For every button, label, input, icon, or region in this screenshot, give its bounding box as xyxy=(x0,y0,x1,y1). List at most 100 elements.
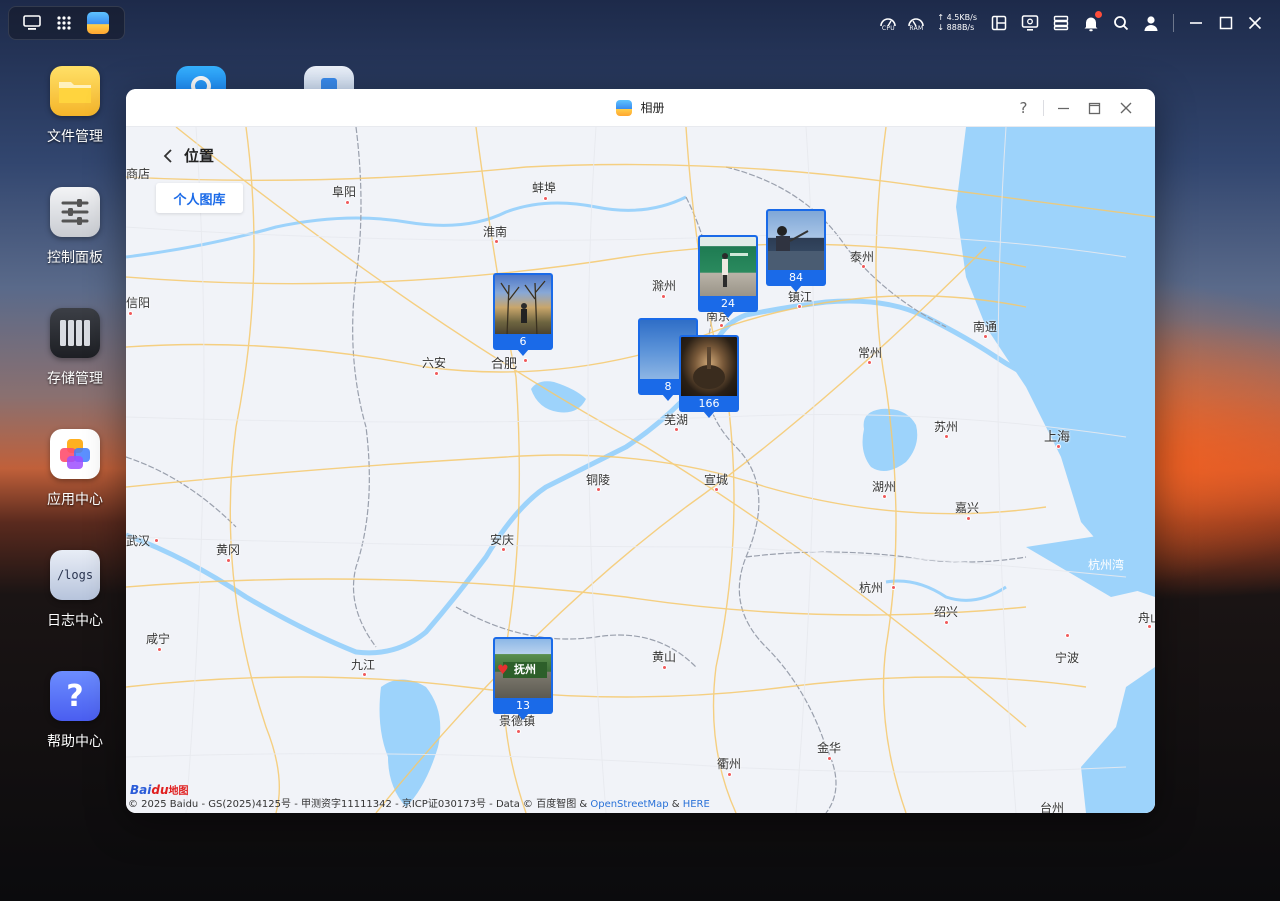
attribution-amp: & xyxy=(668,799,683,810)
photo-cluster[interactable]: 166 xyxy=(679,335,739,418)
personal-library-button[interactable]: 个人图库 xyxy=(156,183,243,213)
city-label[interactable]: 信阳 xyxy=(126,294,150,311)
city-dot xyxy=(434,371,439,376)
location-map[interactable]: 阜阳 蚌埠 淮南 六安 合肥 滁州 南京 镇江 泰州 南通 常州 苏州 上海 芜… xyxy=(126,127,1155,813)
window-controls-separator xyxy=(1043,100,1044,116)
city-label[interactable]: 金华 xyxy=(817,739,841,756)
city-dot xyxy=(226,558,231,563)
city-dot xyxy=(944,620,949,625)
search-icon[interactable] xyxy=(1113,8,1129,38)
cpu-gauge[interactable]: CPU xyxy=(877,15,899,32)
close-icon[interactable] xyxy=(1248,8,1262,38)
heart-icon: ♥ xyxy=(497,663,509,678)
city-dot xyxy=(727,772,732,777)
city-label[interactable]: 上海 xyxy=(1044,426,1070,445)
city-label[interactable]: 宣城 xyxy=(704,471,728,488)
city-label[interactable]: 商店 xyxy=(126,165,150,182)
map-base-layer xyxy=(126,127,1155,813)
city-label[interactable]: 苏州 xyxy=(934,418,958,435)
city-label[interactable]: 常州 xyxy=(858,344,882,361)
city-label[interactable]: 蚌埠 xyxy=(532,179,556,196)
window-titlebar[interactable]: 相册 ? xyxy=(126,89,1155,127)
cluster-thumbnail: 抚州 ♥ xyxy=(493,637,553,698)
photo-cluster[interactable]: 6 xyxy=(493,273,553,356)
city-label[interactable]: 黄冈 xyxy=(216,541,240,558)
city-label[interactable]: 铜陵 xyxy=(586,471,610,488)
desktop-item-control-panel[interactable]: 控制面板 xyxy=(30,187,120,267)
city-label[interactable]: 衢州 xyxy=(717,755,741,772)
cluster-pointer xyxy=(517,713,529,720)
desktop-item-label: 存储管理 xyxy=(47,371,103,387)
bell-icon[interactable] xyxy=(1083,8,1102,38)
user-icon[interactable] xyxy=(1143,8,1159,38)
city-label[interactable]: 阜阳 xyxy=(332,183,356,200)
sea-label: 杭州湾 xyxy=(1088,558,1125,572)
city-label[interactable]: 嘉兴 xyxy=(955,499,979,516)
desktop-item-label: 文件管理 xyxy=(47,129,103,145)
cluster-count: 84 xyxy=(766,270,826,286)
network-speed[interactable]: ↑ 4.5KB/s ↓ 888B/s xyxy=(937,13,977,33)
grid-apps-icon[interactable] xyxy=(55,14,73,32)
window-minimize-button[interactable] xyxy=(1048,89,1079,127)
city-label[interactable]: 宁波 xyxy=(1055,649,1079,666)
photo-cluster[interactable]: 抚州 ♥ 13 xyxy=(493,637,553,720)
city-dot xyxy=(661,294,666,299)
desktop-item-label: 应用中心 xyxy=(47,492,103,508)
desktop-icon[interactable] xyxy=(23,14,41,32)
desktop-item-file-manager[interactable]: 文件管理 xyxy=(30,66,120,146)
city-label[interactable]: 滁州 xyxy=(652,277,676,294)
city-label[interactable]: 武汉 xyxy=(126,532,150,549)
desktop-item-label: 日志中心 xyxy=(47,613,103,629)
city-label[interactable]: 泰州 xyxy=(850,248,874,265)
photo-cluster[interactable]: 24 xyxy=(698,235,758,318)
storage-icon[interactable] xyxy=(1053,8,1069,38)
city-label[interactable]: 台州 xyxy=(1040,799,1064,813)
help-button[interactable]: ? xyxy=(1008,89,1039,127)
chevron-left-icon xyxy=(163,148,172,163)
city-label[interactable]: 九江 xyxy=(351,656,375,673)
photos-app-icon[interactable] xyxy=(87,12,109,34)
maximize-icon xyxy=(1088,102,1101,114)
city-dot xyxy=(882,494,887,499)
map-attribution: © 2025 Baidu - GS(2025)4125号 - 甲测资字11111… xyxy=(128,795,710,810)
city-label[interactable]: 绍兴 xyxy=(934,603,958,620)
window-close-button[interactable] xyxy=(1110,89,1141,127)
city-label[interactable]: 合肥 xyxy=(491,353,517,372)
ram-gauge[interactable]: RAM xyxy=(905,15,927,32)
openstreetmap-link[interactable]: OpenStreetMap xyxy=(590,799,668,810)
window-maximize-button[interactable] xyxy=(1079,89,1110,127)
photo-cluster[interactable]: 84 xyxy=(766,209,826,292)
city-dot xyxy=(501,547,506,552)
minimize-icon[interactable] xyxy=(1188,8,1204,38)
app-center-icon xyxy=(50,429,100,479)
cluster-count: 166 xyxy=(679,396,739,412)
here-link[interactable]: HERE xyxy=(683,799,710,810)
city-label[interactable]: 咸宁 xyxy=(146,630,170,647)
city-label[interactable]: 杭州 xyxy=(859,579,883,596)
photos-window: 相册 ? 阜阳 蚌埠 淮南 六安 合肥 滁州 南京 镇江 泰州 南通 常州 苏州… xyxy=(126,89,1155,813)
city-dot xyxy=(674,427,679,432)
desktop-item-logs[interactable]: /logs 日志中心 xyxy=(30,550,120,630)
cluster-pointer xyxy=(722,311,734,318)
cluster-thumbnail xyxy=(698,235,758,296)
city-label[interactable]: 淮南 xyxy=(483,223,507,240)
cpu-label: CPU xyxy=(881,24,895,32)
city-label[interactable]: 黄山 xyxy=(652,648,676,665)
desktop-item-app-center[interactable]: 应用中心 xyxy=(30,429,120,509)
desktop-item-storage[interactable]: 存储管理 xyxy=(30,308,120,388)
monitor-icon[interactable] xyxy=(1021,8,1039,38)
cluster-count: 6 xyxy=(493,334,553,350)
city-label[interactable]: 六安 xyxy=(422,354,446,371)
cluster-thumbnail xyxy=(766,209,826,270)
city-label[interactable]: 安庆 xyxy=(490,531,514,548)
city-label[interactable]: 舟山 xyxy=(1138,609,1155,626)
city-label[interactable]: 湖州 xyxy=(872,478,896,495)
desktop-item-help[interactable]: ? 帮助中心 xyxy=(30,671,120,751)
layout-icon[interactable] xyxy=(991,8,1007,38)
city-dot xyxy=(494,239,499,244)
city-label[interactable]: 南通 xyxy=(973,318,997,335)
city-dot xyxy=(714,487,719,492)
maximize-icon[interactable] xyxy=(1218,8,1234,38)
back-button[interactable] xyxy=(160,146,176,166)
cluster-thumbnail xyxy=(493,273,553,334)
